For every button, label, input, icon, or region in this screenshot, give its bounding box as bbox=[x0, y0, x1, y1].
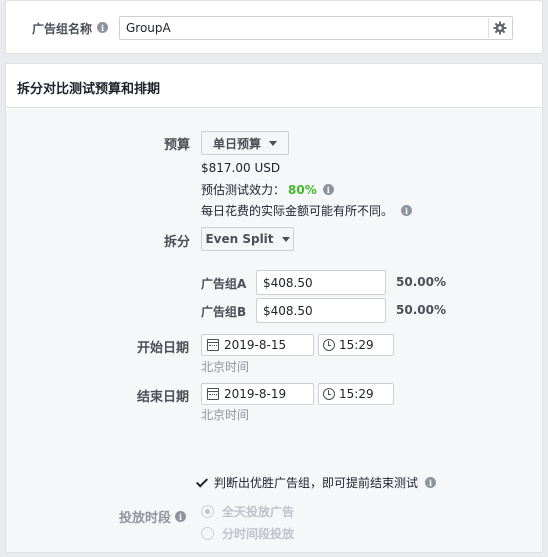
calendar-icon bbox=[207, 388, 219, 400]
ad-set-name-card: 广告组名称 i GroupA bbox=[5, 0, 543, 54]
split-label: 拆分 bbox=[164, 235, 191, 250]
radio-selected[interactable] bbox=[201, 505, 214, 518]
ad-set-name-input[interactable]: GroupA bbox=[119, 16, 513, 40]
schedule-label: 投放时段 bbox=[119, 511, 172, 526]
start-time-input[interactable]: 15:29 bbox=[318, 334, 394, 356]
group-b-percent: 50.00% bbox=[396, 303, 446, 317]
end-date-input[interactable]: 2019-8-19 bbox=[201, 383, 314, 405]
group-a-percent: 50.00% bbox=[396, 275, 446, 289]
ad-set-name-label: 广告组名称 bbox=[32, 22, 93, 36]
end-timezone: 北京时间 bbox=[201, 408, 250, 422]
group-a-budget-value: $408.50 bbox=[263, 275, 313, 290]
test-power-label: 预估测试效力： bbox=[201, 183, 286, 197]
start-date-label: 开始日期 bbox=[137, 341, 190, 356]
chevron-down-icon bbox=[281, 236, 290, 242]
end-time-input[interactable]: 15:29 bbox=[318, 383, 394, 405]
info-icon[interactable]: i bbox=[175, 511, 187, 522]
start-date-value: 2019-8-15 bbox=[224, 338, 287, 352]
group-a-label: 广告组A bbox=[201, 277, 247, 291]
budget-amount: $817.00 USD bbox=[201, 161, 281, 175]
end-time-value: 15:29 bbox=[339, 387, 374, 401]
spend-note: 每日花费的实际金额可能有所不同。 bbox=[201, 204, 394, 218]
info-icon[interactable]: i bbox=[401, 205, 413, 216]
radio-unselected[interactable] bbox=[201, 527, 214, 540]
clock-icon bbox=[323, 339, 335, 351]
calendar-icon bbox=[207, 339, 219, 351]
schedule-option-dayparting[interactable]: 分时间段投放 bbox=[201, 525, 294, 542]
gear-icon[interactable] bbox=[493, 21, 507, 35]
early-end-label[interactable]: 判断出优胜广告组，即可提前结束测试 bbox=[214, 474, 418, 491]
group-b-budget-value: $408.50 bbox=[263, 303, 313, 318]
info-icon[interactable]: i bbox=[322, 184, 334, 195]
end-date-label: 结束日期 bbox=[137, 390, 190, 405]
budget-type-button[interactable]: 单日预算 bbox=[201, 131, 289, 155]
start-timezone: 北京时间 bbox=[201, 360, 250, 374]
info-icon[interactable]: i bbox=[97, 22, 108, 33]
schedule-option-all-day[interactable]: 全天投放广告 bbox=[201, 503, 294, 520]
schedule-option-label: 分时间段投放 bbox=[222, 527, 295, 541]
test-power-value: 80% bbox=[288, 182, 317, 197]
spend-note-row: 每日花费的实际金额可能有所不同。 i bbox=[201, 202, 413, 219]
end-date-value: 2019-8-19 bbox=[224, 387, 287, 401]
section-header: 拆分对比测试预算和排期 bbox=[6, 64, 542, 108]
section-title: 拆分对比测试预算和排期 bbox=[17, 82, 161, 97]
early-end-row: 判断出优胜广告组，即可提前结束测试 i bbox=[196, 474, 437, 491]
schedule-label-row: 投放时段 i bbox=[119, 507, 187, 526]
input-divider bbox=[488, 18, 489, 38]
start-time-value: 15:29 bbox=[339, 338, 374, 352]
schedule-option-label: 全天投放广告 bbox=[222, 505, 295, 519]
split-type-label: Even Split bbox=[205, 232, 274, 246]
budget-label: 预算 bbox=[164, 138, 191, 153]
budget-type-label: 单日预算 bbox=[212, 136, 261, 151]
checkmark-icon[interactable] bbox=[196, 476, 209, 489]
clock-icon bbox=[323, 388, 335, 400]
group-a-budget-input[interactable]: $408.50 bbox=[256, 270, 386, 295]
start-date-input[interactable]: 2019-8-15 bbox=[201, 334, 314, 356]
info-icon[interactable]: i bbox=[425, 477, 437, 488]
test-power-row: 预估测试效力： 80% i bbox=[201, 181, 334, 198]
ad-set-name-value: GroupA bbox=[126, 21, 171, 35]
split-type-button[interactable]: Even Split bbox=[201, 227, 294, 251]
group-b-budget-input[interactable]: $408.50 bbox=[256, 298, 386, 323]
chevron-down-icon bbox=[269, 140, 277, 146]
group-b-label: 广告组B bbox=[201, 305, 247, 319]
